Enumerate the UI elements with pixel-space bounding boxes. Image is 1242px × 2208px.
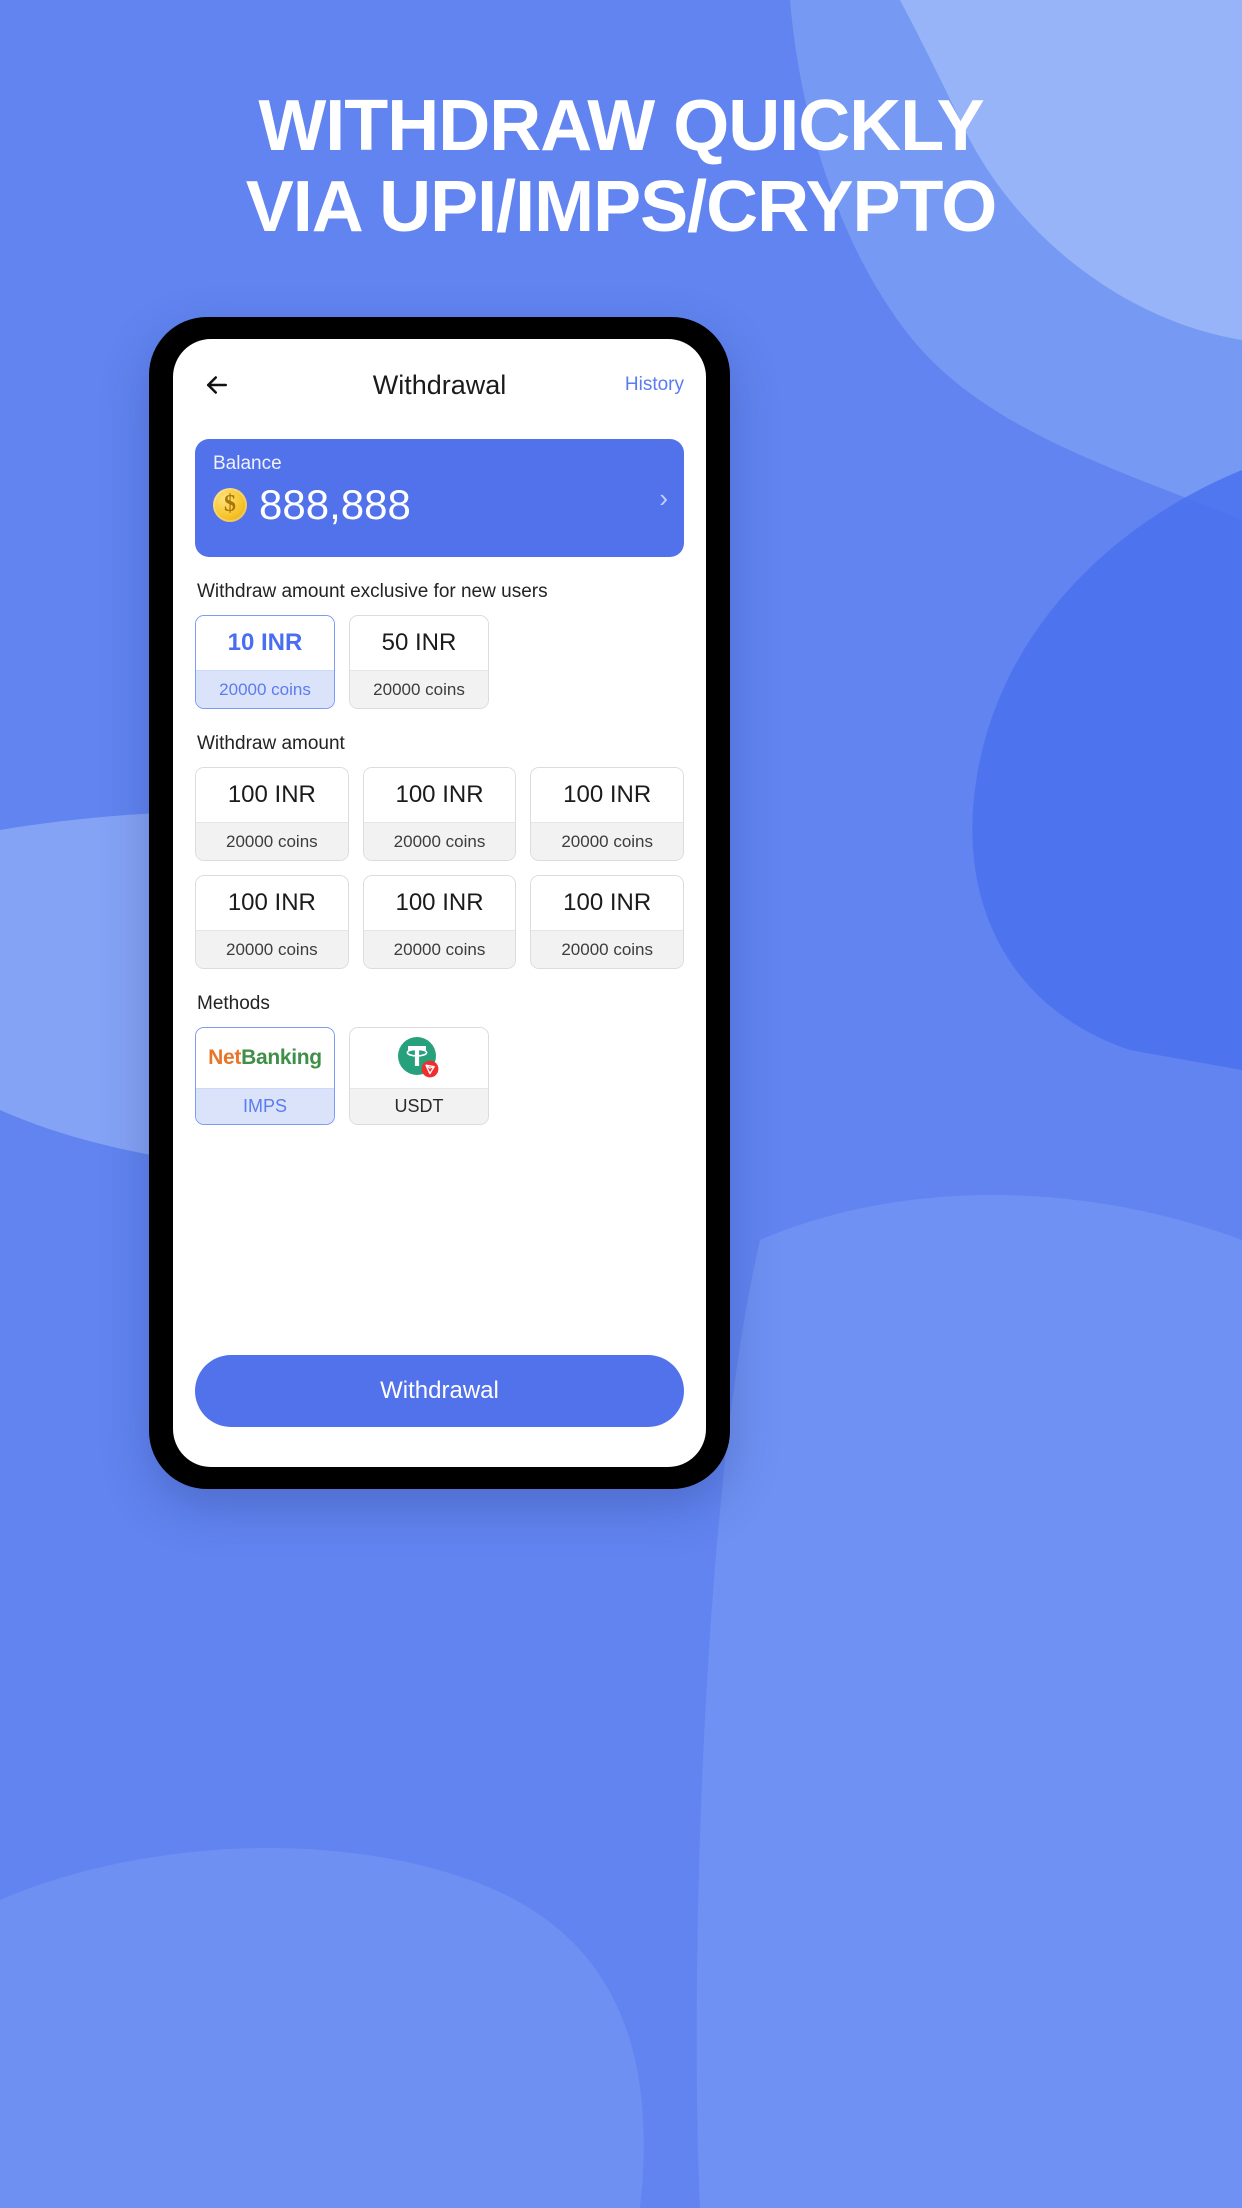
- cta-area: Withdrawal: [173, 1355, 706, 1467]
- promo-banner: WITHDRAW QUICKLY VIA UPI/IMPS/CRYPTO Wit…: [0, 0, 1242, 2208]
- balance-card[interactable]: Balance $ 888,888 ›: [195, 439, 684, 557]
- headline-line-2: VIA UPI/IMPS/CRYPTO: [245, 166, 997, 247]
- amount-chip-coins: 20000 coins: [531, 930, 684, 968]
- amount-chip-value: 50 INR: [350, 616, 488, 670]
- tether-icon: [398, 1037, 439, 1078]
- history-link[interactable]: History: [625, 374, 684, 396]
- amount-chip-1[interactable]: 100 INR 20000 coins: [195, 767, 349, 861]
- chevron-right-icon: ›: [659, 483, 668, 513]
- methods-grid: NetBanking IMPS USDT: [195, 1027, 684, 1125]
- amount-chip-5[interactable]: 100 INR 20000 coins: [362, 875, 517, 969]
- coin-icon: $: [213, 487, 247, 522]
- amount-chip-6[interactable]: 100 INR 20000 coins: [530, 875, 685, 969]
- methods-section-title: Methods: [197, 993, 270, 1014]
- amount-chip-coins: 20000 coins: [196, 822, 348, 860]
- netbanking-logo: NetBanking: [196, 1028, 334, 1088]
- netbanking-logo-part1: Net: [208, 1046, 242, 1069]
- amount-chip-coins: 20000 coins: [363, 822, 516, 860]
- balance-amount: 888,888: [259, 480, 411, 528]
- method-usdt[interactable]: USDT: [349, 1027, 489, 1125]
- amount-chip-value: 100 INR: [531, 876, 684, 930]
- arrow-left-icon: [207, 376, 227, 394]
- amount-chip-coins: 20000 coins: [531, 822, 684, 860]
- amount-chip-coins: 20000 coins: [363, 930, 516, 968]
- method-label: USDT: [350, 1088, 488, 1124]
- amount-chip-3[interactable]: 100 INR 20000 coins: [530, 767, 685, 861]
- method-label: IMPS: [196, 1088, 334, 1124]
- app-header: Withdrawal History: [173, 339, 706, 431]
- amount-chip-coins: 20000 coins: [196, 670, 334, 708]
- amount-section-title: Withdraw amount: [197, 733, 345, 754]
- amount-chip-coins: 20000 coins: [350, 670, 488, 708]
- blob-bottom-right: [696, 1195, 1242, 2208]
- amount-chip-coins: 20000 coins: [196, 930, 348, 968]
- balance-row: $ 888,888: [213, 480, 666, 528]
- amount-chip-value: 100 INR: [196, 876, 348, 930]
- app-screen: Withdrawal History Balance $ 888,888 › W…: [173, 339, 706, 1467]
- amount-chip-value: 100 INR: [363, 876, 516, 930]
- balance-label: Balance: [213, 453, 282, 474]
- headline-line-1: WITHDRAW QUICKLY: [258, 86, 984, 166]
- method-imps[interactable]: NetBanking IMPS: [195, 1027, 335, 1125]
- amount-chip-value: 10 INR: [196, 616, 334, 670]
- usdt-tron-icon: [350, 1028, 488, 1088]
- new-user-amount-grid: 10 INR 20000 coins 50 INR 20000 coins: [195, 615, 684, 709]
- new-user-section-title: Withdraw amount exclusive for new users: [197, 581, 548, 602]
- banner-headline: WITHDRAW QUICKLY VIA UPI/IMPS/CRYPTO: [0, 86, 1242, 247]
- amount-chip-2[interactable]: 100 INR 20000 coins: [362, 767, 517, 861]
- withdrawal-button[interactable]: Withdrawal: [195, 1355, 684, 1427]
- amount-chip-value: 100 INR: [196, 768, 348, 822]
- amount-chip-new-1[interactable]: 10 INR 20000 coins: [195, 615, 335, 709]
- app-body: Balance $ 888,888 › Withdraw amount excl…: [173, 431, 706, 1355]
- amount-chip-value: 100 INR: [363, 768, 516, 822]
- blob-bottom-left: [0, 1847, 644, 2208]
- netbanking-logo-part2: Banking: [241, 1046, 322, 1069]
- amount-chip-4[interactable]: 100 INR 20000 coins: [195, 875, 349, 969]
- amount-grid-row-2: 100 INR 20000 coins 100 INR 20000 coins …: [195, 875, 685, 969]
- phone-mockup: Withdrawal History Balance $ 888,888 › W…: [149, 317, 730, 1489]
- back-button[interactable]: [195, 363, 239, 407]
- amount-grid-row-1: 100 INR 20000 coins 100 INR 20000 coins …: [195, 767, 685, 861]
- amount-chip-new-2[interactable]: 50 INR 20000 coins: [349, 615, 489, 709]
- blob-right-dark: [972, 470, 1242, 1070]
- amount-chip-value: 100 INR: [531, 768, 684, 822]
